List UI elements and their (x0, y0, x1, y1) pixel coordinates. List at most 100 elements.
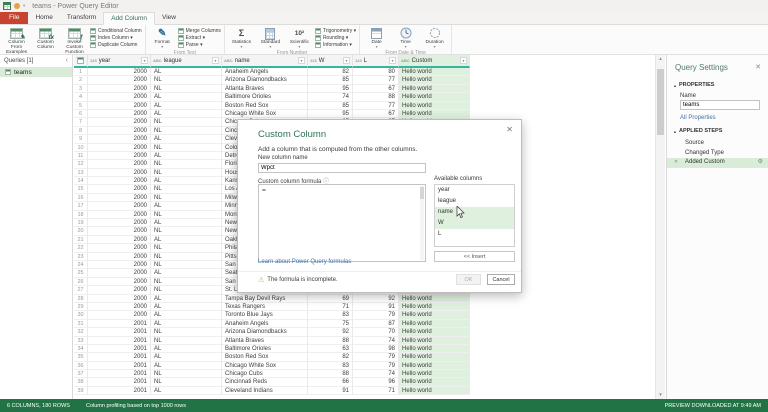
cell-league: NL (151, 261, 222, 269)
standard-button[interactable]: Standard▾ (257, 26, 284, 49)
cell-league: AL (151, 152, 222, 160)
new-column-name-input[interactable] (258, 163, 426, 173)
cell-w: 85 (308, 102, 353, 110)
cell-custom: Hello world (399, 353, 470, 361)
parse-button[interactable]: Parse ▾ (178, 42, 221, 48)
filter-dropdown-icon[interactable]: ▾ (343, 57, 350, 64)
conditional-column-button[interactable]: Conditional Column (90, 28, 142, 34)
cell-custom: Hello world (399, 337, 470, 345)
query-item-teams[interactable]: teams (0, 67, 72, 77)
step-settings-gear-icon[interactable]: ⚙ (758, 158, 763, 168)
trigonometry-button[interactable]: Trigonometry ▾ (315, 28, 356, 34)
tab-add-column[interactable]: Add Column (103, 12, 155, 25)
filter-dropdown-icon[interactable]: ▾ (141, 57, 148, 64)
applied-step-changed-type[interactable]: Changed Type (667, 149, 768, 159)
format-button[interactable]: ✎Format▾ (149, 26, 176, 49)
insert-column-button[interactable]: << Insert (434, 251, 515, 262)
duration-button[interactable]: Duration▾ (421, 26, 448, 49)
query-table-icon (5, 69, 11, 75)
row-number: 14 (74, 177, 88, 185)
small-table-icon (178, 35, 184, 41)
learn-formulas-link[interactable]: Learn about Power Query formulas (258, 259, 351, 265)
tab-transform[interactable]: Transform (60, 12, 103, 24)
close-settings-icon[interactable]: ✕ (755, 63, 761, 71)
all-properties-link[interactable]: All Properties (680, 115, 716, 121)
cell-l: 67 (353, 110, 399, 118)
column-header-year[interactable]: 123year▾ (88, 55, 151, 68)
cancel-button[interactable]: Cancel (487, 274, 515, 285)
table-row: 302000ALToronto Blue Jays8379Hello world (74, 311, 470, 319)
cell-year: 2000 (88, 135, 151, 143)
available-column-name[interactable]: name (435, 207, 514, 218)
filter-dropdown-icon[interactable]: ▾ (389, 57, 396, 64)
duplicate-column-button[interactable]: Duplicate Column (90, 42, 142, 48)
index-column-button[interactable]: Index Column ▾ (90, 35, 142, 41)
collapse-queries-icon[interactable]: ‹ (66, 58, 68, 64)
dialog-close-icon[interactable]: ✕ (506, 125, 513, 134)
cell-w: 82 (308, 68, 353, 76)
row-number: 12 (74, 160, 88, 168)
cell-year: 2000 (88, 295, 151, 303)
filter-dropdown-icon[interactable]: ▾ (212, 57, 219, 64)
scrollbar-thumb[interactable] (657, 69, 664, 135)
cell-name: Arizona Diamondbacks (222, 328, 308, 336)
applied-steps-section-header[interactable]: ▲ APPLIED STEPS (673, 128, 722, 134)
cell-w: 95 (308, 85, 353, 93)
formula-input[interactable]: = (258, 184, 426, 262)
extract-button[interactable]: Extract ▾ (178, 35, 221, 41)
cell-year: 2000 (88, 194, 151, 202)
column-type-icon: 123 (355, 58, 362, 63)
applied-step-added-custom[interactable]: ✕Added Custom⚙ (667, 158, 768, 168)
vertical-scrollbar[interactable]: ▲ ▼ (655, 55, 665, 399)
cell-league: AL (151, 202, 222, 210)
delete-step-icon[interactable]: ✕ (674, 158, 678, 168)
column-header-league[interactable]: ABCleague▾ (151, 55, 222, 68)
cell-league: AL (151, 135, 222, 143)
cell-league: NL (151, 160, 222, 168)
column-header-w[interactable]: 123W▾ (308, 55, 353, 68)
scroll-down-icon[interactable]: ▼ (656, 391, 665, 399)
collapse-triangle-icon: ▲ (673, 83, 677, 88)
column-header-custom[interactable]: ABCCustom▾ (399, 55, 470, 68)
formula-scrollbar[interactable] (420, 186, 424, 260)
time-button[interactable]: Time▾ (392, 26, 419, 49)
filter-dropdown-icon[interactable]: ▾ (460, 57, 467, 64)
date-button[interactable]: Date▾ (363, 26, 390, 49)
properties-section-header[interactable]: ▲ PROPERTIES (673, 82, 714, 88)
query-name-input[interactable] (680, 100, 760, 110)
row-number: 2 (74, 76, 88, 84)
row-number: 26 (74, 278, 88, 286)
information-button[interactable]: Information ▾ (315, 42, 356, 48)
available-column-w[interactable]: W (435, 218, 514, 229)
ribbon-tabs: File Home Transform Add Column View (0, 12, 768, 25)
scroll-up-icon[interactable]: ▲ (656, 55, 665, 63)
statistics-button[interactable]: ΣStatistics▾ (228, 26, 255, 49)
cell-year: 2000 (88, 185, 151, 193)
applied-step-source[interactable]: Source (667, 139, 768, 149)
cell-name: Cincinnati Reds (222, 378, 308, 386)
column-type-icon: ABC (224, 58, 233, 63)
tab-view[interactable]: View (155, 12, 183, 24)
row-number: 19 (74, 219, 88, 227)
ok-button[interactable]: OK (456, 274, 481, 285)
cell-year: 2000 (88, 253, 151, 261)
tab-home[interactable]: Home (28, 12, 59, 24)
filter-dropdown-icon[interactable]: ▾ (298, 57, 305, 64)
cell-year: 2000 (88, 244, 151, 252)
column-header-name[interactable]: ABCname▾ (222, 55, 308, 68)
select-all-corner[interactable] (74, 55, 88, 68)
column-header-l[interactable]: 123L▾ (353, 55, 399, 68)
table-row: 322001NLArizona Diamondbacks9270Hello wo… (74, 328, 470, 336)
available-column-l[interactable]: L (435, 229, 514, 240)
scientific-button[interactable]: 10²Scientific▾ (286, 26, 313, 49)
tab-file[interactable]: File (0, 12, 28, 24)
rounding-button[interactable]: Rounding ▾ (315, 35, 356, 41)
cell-name: Toronto Blue Jays (222, 311, 308, 319)
cell-custom: Hello world (399, 378, 470, 386)
available-column-league[interactable]: league (435, 196, 514, 207)
quick-access-caret-icon[interactable]: ▾ (23, 3, 25, 9)
cell-league: AL (151, 177, 222, 185)
merge-columns-button[interactable]: Merge Columns (178, 28, 221, 34)
quick-access-icon[interactable] (14, 3, 20, 9)
available-column-year[interactable]: year (435, 185, 514, 196)
